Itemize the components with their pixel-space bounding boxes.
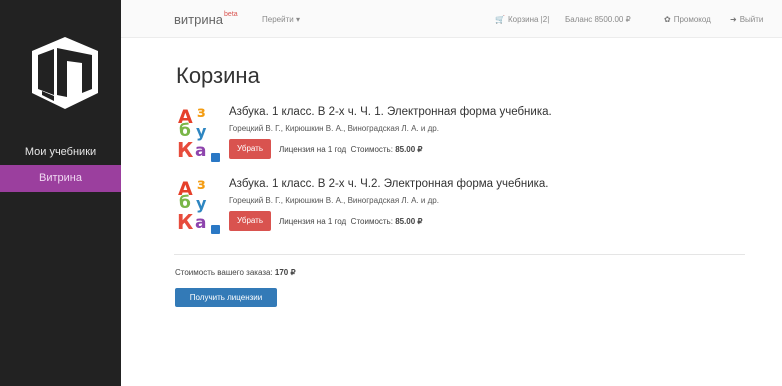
logout-icon: ➜ bbox=[730, 15, 737, 24]
order-total-value: 170 ₽ bbox=[274, 268, 296, 277]
cart-link[interactable]: 🛒 Корзина |2| bbox=[495, 15, 549, 24]
cover-badge bbox=[211, 153, 220, 162]
book-cover-icon[interactable]: А з б у К а bbox=[175, 177, 221, 236]
brand[interactable]: витринаbeta bbox=[174, 10, 238, 27]
cart-item: А з б у К а Азбука. 1 класс. В 2-х ч. Ч.… bbox=[175, 105, 745, 166]
gift-icon: ✿ bbox=[664, 15, 671, 24]
cart-label: Корзина |2| bbox=[507, 15, 550, 24]
cart-icon: 🛒 bbox=[495, 15, 505, 24]
get-licenses-button[interactable]: Получить лицензии bbox=[175, 288, 277, 307]
sidebar-item-showcase[interactable]: Витрина bbox=[0, 165, 121, 192]
book-authors: Горецкий В. Г., Кирюшкин В. А., Виноград… bbox=[229, 196, 439, 205]
cost-value: 85.00 ₽ bbox=[395, 145, 423, 154]
cover-badge bbox=[211, 225, 220, 234]
book-title: Азбука. 1 класс. В 2-х ч. Ч. 1. Электрон… bbox=[229, 106, 552, 118]
brand-title: витрина bbox=[174, 12, 224, 27]
page-title: Корзина bbox=[176, 63, 260, 88]
promo-label: Промокод bbox=[673, 15, 711, 24]
promo-link[interactable]: ✿ Промокод bbox=[664, 15, 711, 24]
caret-down-icon: ▾ bbox=[295, 15, 300, 24]
license-label: Лицензия на 1 год bbox=[279, 145, 347, 154]
goto-label: Перейти bbox=[262, 15, 294, 24]
balance-label: Баланс 8500.00 ₽ bbox=[565, 15, 631, 24]
beta-badge: beta bbox=[224, 10, 238, 18]
top-navbar: витринаbeta Перейти ▾ 🛒 Корзина |2| Балан… bbox=[121, 0, 782, 38]
order-total: Стоимость вашего заказа: 170 ₽ bbox=[175, 268, 296, 277]
logout-link[interactable]: ➜ Выйти bbox=[730, 15, 763, 24]
license-info: Лицензия на 1 год Стоимость: 85.00 ₽ bbox=[279, 145, 423, 154]
balance-link[interactable]: Баланс 8500.00 ₽ bbox=[565, 15, 631, 24]
book-title: Азбука. 1 класс. В 2-х ч. Ч.2. Электронн… bbox=[229, 178, 549, 190]
order-total-label: Стоимость вашего заказа: bbox=[175, 268, 273, 277]
logout-label: Выйти bbox=[739, 15, 764, 24]
book-authors: Горецкий В. Г., Кирюшкин В. А., Виноград… bbox=[229, 124, 439, 133]
remove-button[interactable]: Убрать bbox=[229, 139, 271, 159]
sidebar: Мои учебники Витрина bbox=[0, 0, 121, 386]
sidebar-item-my-textbooks[interactable]: Мои учебники bbox=[0, 139, 121, 166]
license-info: Лицензия на 1 год Стоимость: 85.00 ₽ bbox=[279, 217, 423, 226]
cost-label: Стоимость: bbox=[350, 145, 393, 154]
cart-item: А з б у К а Азбука. 1 класс. В 2-х ч. Ч.… bbox=[175, 177, 745, 238]
goto-dropdown[interactable]: Перейти ▾ bbox=[262, 15, 300, 24]
divider bbox=[174, 254, 745, 255]
book-cover-icon[interactable]: А з б у К а bbox=[175, 105, 221, 164]
cost-value: 85.00 ₽ bbox=[395, 217, 423, 226]
remove-button[interactable]: Убрать bbox=[229, 211, 271, 231]
cost-label: Стоимость: bbox=[350, 217, 393, 226]
license-label: Лицензия на 1 год bbox=[279, 217, 347, 226]
logo-ip-icon[interactable] bbox=[30, 35, 100, 111]
